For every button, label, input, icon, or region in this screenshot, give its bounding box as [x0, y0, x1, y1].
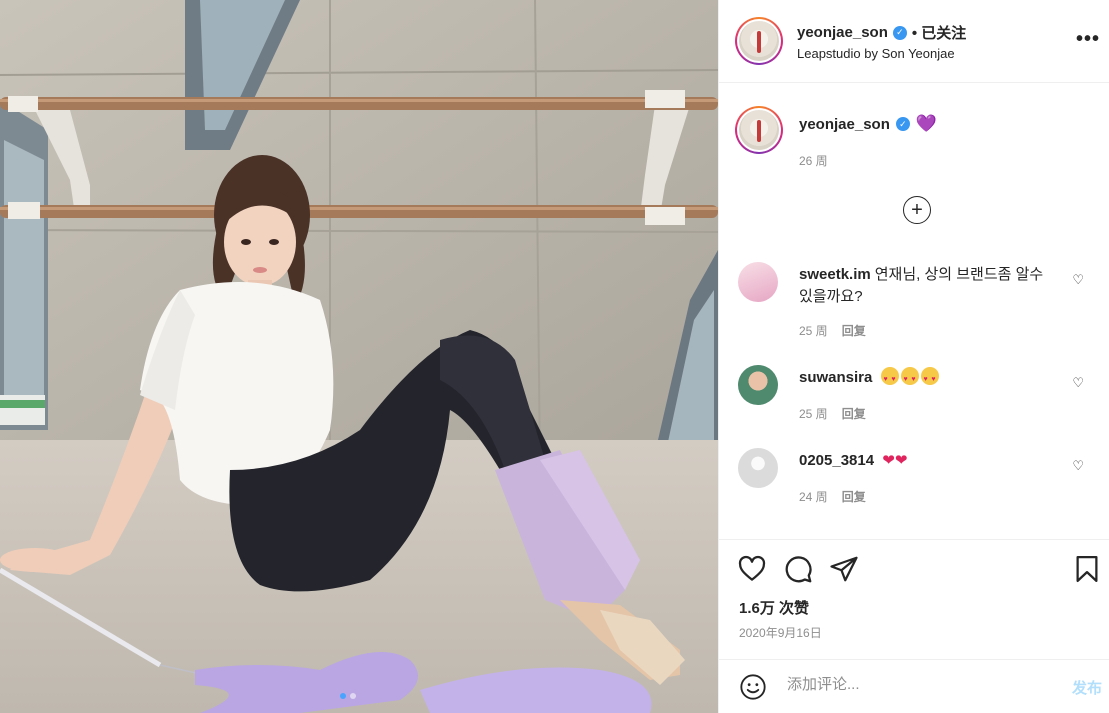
commenter-avatar[interactable]	[738, 448, 778, 488]
red-heart-emoji-icon: ❤	[894, 452, 908, 469]
heart-eyes-emoji-icon	[920, 367, 939, 391]
caption-author-avatar[interactable]	[735, 106, 783, 154]
action-icons	[737, 554, 859, 584]
comment-body: suwansira	[799, 367, 1049, 391]
reply-button[interactable]: 回复	[842, 405, 866, 422]
follow-status[interactable]: • 已关注	[912, 22, 966, 43]
commenter-username[interactable]: 0205_3814	[799, 452, 874, 469]
like-count[interactable]: 1.6万 次赞	[739, 597, 809, 618]
more-options-icon[interactable]: •••	[1076, 28, 1100, 51]
post-photo[interactable]	[0, 0, 718, 713]
author-avatar[interactable]	[735, 17, 783, 65]
photo-illustration	[0, 0, 718, 713]
reply-button[interactable]: 回复	[842, 488, 866, 505]
commenter-avatar[interactable]	[738, 262, 778, 302]
post-comment-button[interactable]: 发布	[1072, 677, 1102, 698]
comment-like-heart-icon[interactable]: ♡	[1072, 272, 1084, 288]
comment-icon[interactable]	[783, 554, 813, 584]
red-heart-emoji-icon: ❤	[882, 452, 895, 469]
heart-eyes-emoji-icon	[880, 367, 899, 391]
comment-meta: 24 周 回复	[799, 488, 866, 505]
author-username[interactable]: yeonjae_son	[797, 24, 888, 41]
comment-like-heart-icon[interactable]: ♡	[1072, 375, 1084, 391]
caption-text: 💜	[915, 114, 938, 133]
comment-time[interactable]: 24 周	[799, 488, 828, 505]
comment-body: sweetk.im 연재님, 상의 브랜드좀 알수 있을까요?	[799, 264, 1049, 308]
heart-eyes-emoji-icon	[900, 367, 919, 391]
caption-time[interactable]: 26 周	[799, 152, 828, 169]
carousel-indicator	[340, 693, 356, 699]
comment-time[interactable]: 25 周	[799, 405, 828, 422]
carousel-dot	[350, 693, 356, 699]
commenter-username[interactable]: sweetk.im	[799, 266, 871, 283]
carousel-dot-active	[340, 693, 346, 699]
comment-time[interactable]: 25 周	[799, 322, 828, 339]
paper-plane-icon[interactable]	[829, 554, 859, 584]
smile-icon[interactable]	[739, 673, 767, 706]
reply-button[interactable]: 回复	[842, 322, 866, 339]
post-date[interactable]: 2020年9月16日	[739, 624, 822, 641]
plus-circle-icon[interactable]: +	[903, 196, 931, 224]
comment-input[interactable]	[787, 676, 1047, 693]
comment-like-heart-icon[interactable]: ♡	[1072, 458, 1084, 474]
caption-username[interactable]: yeonjae_son	[799, 116, 890, 133]
post-location[interactable]: Leapstudio by Son Yeonjae	[797, 46, 955, 61]
author-name-row: yeonjae_son ✓ • 已关注	[797, 22, 966, 43]
verified-badge-icon: ✓	[892, 25, 907, 40]
post-actions: 1.6万 次赞 2020年9月16日	[719, 539, 1109, 659]
caption-row: yeonjae_son ✓ 💜	[799, 114, 937, 134]
commenter-username[interactable]: suwansira	[799, 369, 872, 386]
post-detail-panel: yeonjae_son ✓ • 已关注 Leapstudio by Son Ye…	[718, 0, 1109, 713]
comment-meta: 25 周 回复	[799, 405, 866, 422]
verified-badge-icon: ✓	[895, 117, 910, 131]
commenter-avatar[interactable]	[738, 365, 778, 405]
add-comment-bar: 发布	[719, 659, 1109, 713]
comment-body: 0205_3814 ❤❤	[799, 450, 1049, 472]
heart-icon[interactable]	[737, 554, 767, 584]
bookmark-icon[interactable]	[1072, 554, 1102, 584]
comment-meta: 25 周 回复	[799, 322, 866, 339]
post-header: yeonjae_son ✓ • 已关注 Leapstudio by Son Ye…	[719, 0, 1109, 83]
